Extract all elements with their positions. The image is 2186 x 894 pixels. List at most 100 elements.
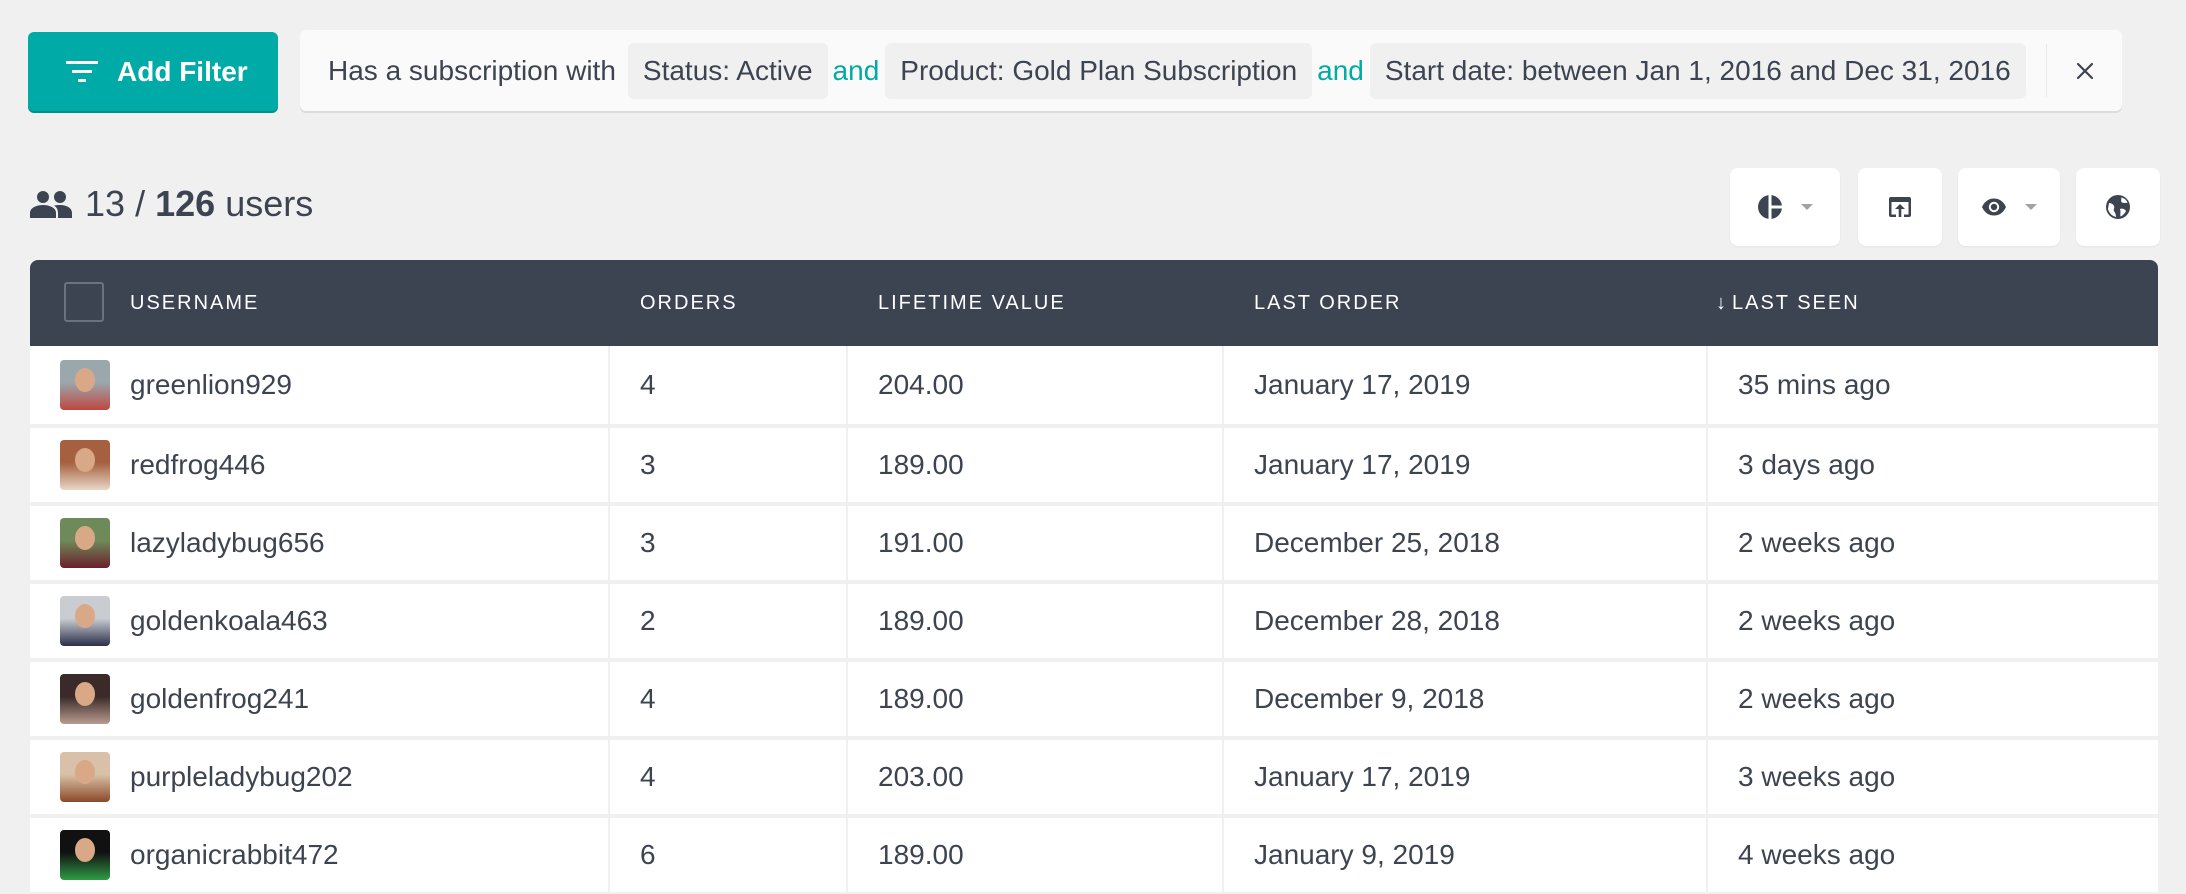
column-divider bbox=[608, 346, 610, 424]
avatar[interactable] bbox=[60, 752, 110, 802]
export-icon bbox=[1889, 197, 1911, 217]
column-divider bbox=[1222, 428, 1224, 502]
last-seen-cell: 2 weeks ago bbox=[1738, 527, 1896, 558]
column-divider bbox=[608, 428, 610, 502]
globe-icon bbox=[2106, 195, 2130, 219]
column-header-lifetime-value[interactable]: LIFETIME VALUE bbox=[878, 260, 1066, 346]
column-header-last-seen[interactable]: ↓ LAST SEEN bbox=[1716, 260, 1860, 346]
column-header-username[interactable]: USERNAME bbox=[130, 260, 259, 346]
chevron-down-icon bbox=[2025, 204, 2037, 210]
clear-filter-button[interactable] bbox=[2046, 44, 2122, 97]
last-order-cell: January 9, 2019 bbox=[1254, 839, 1455, 870]
column-divider bbox=[1222, 584, 1224, 658]
column-divider bbox=[1222, 740, 1224, 814]
table-body: greenlion929 4 204.00 January 17, 2019 3… bbox=[30, 346, 2158, 892]
column-divider bbox=[1706, 346, 1708, 424]
lifetime-value-cell: 189.00 bbox=[878, 605, 964, 636]
lifetime-value-cell: 191.00 bbox=[878, 527, 964, 558]
column-header-label: ORDERS bbox=[640, 291, 738, 314]
column-divider bbox=[1706, 818, 1708, 892]
count-unit: users bbox=[225, 183, 314, 224]
column-divider bbox=[846, 346, 848, 424]
last-order-cell: December 25, 2018 bbox=[1254, 527, 1500, 558]
filter-icon bbox=[66, 60, 98, 82]
filter-chip-status[interactable]: Status: Active bbox=[627, 42, 828, 99]
column-divider bbox=[1222, 818, 1224, 892]
column-header-orders[interactable]: ORDERS bbox=[640, 260, 738, 346]
avatar[interactable] bbox=[60, 674, 110, 724]
username-link[interactable]: lazyladybug656 bbox=[130, 506, 325, 580]
column-header-label: LAST ORDER bbox=[1254, 291, 1402, 314]
last-seen-cell: 35 mins ago bbox=[1738, 369, 1891, 400]
orders-cell: 6 bbox=[640, 839, 656, 870]
avatar[interactable] bbox=[60, 518, 110, 568]
last-seen-cell: 3 days ago bbox=[1738, 449, 1875, 480]
orders-cell: 2 bbox=[640, 605, 656, 636]
add-filter-label: Add Filter bbox=[117, 55, 248, 87]
avatar-face bbox=[75, 838, 95, 862]
add-filter-button[interactable]: Add Filter bbox=[28, 32, 278, 111]
count-total: 126 bbox=[155, 183, 216, 224]
avatar-face bbox=[75, 682, 95, 706]
chart-view-dropdown-button[interactable] bbox=[1730, 168, 1840, 246]
user-count: 13 / 126 users bbox=[30, 182, 313, 226]
username-link[interactable]: redfrog446 bbox=[130, 428, 265, 502]
users-table: USERNAME ORDERS LIFETIME VALUE LAST ORDE… bbox=[30, 260, 2158, 892]
table-header: USERNAME ORDERS LIFETIME VALUE LAST ORDE… bbox=[30, 260, 2158, 346]
table-row[interactable]: greenlion929 4 204.00 January 17, 2019 3… bbox=[30, 346, 2158, 424]
last-seen-cell: 2 weeks ago bbox=[1738, 605, 1896, 636]
pie-chart-icon bbox=[1758, 195, 1782, 219]
filter-conjunction: and bbox=[1317, 54, 1364, 86]
username-link[interactable]: goldenfrog241 bbox=[130, 662, 309, 736]
column-divider bbox=[846, 740, 848, 814]
username-link[interactable]: goldenkoala463 bbox=[130, 584, 328, 658]
table-row[interactable]: lazyladybug656 3 191.00 December 25, 201… bbox=[30, 502, 2158, 580]
chevron-down-icon bbox=[1801, 204, 1813, 210]
avatar-face bbox=[75, 760, 95, 784]
table-row[interactable]: purpleladybug202 4 203.00 January 17, 20… bbox=[30, 736, 2158, 814]
column-divider bbox=[608, 740, 610, 814]
avatar[interactable] bbox=[60, 596, 110, 646]
column-divider bbox=[1222, 506, 1224, 580]
column-divider bbox=[846, 662, 848, 736]
orders-cell: 3 bbox=[640, 527, 656, 558]
public-view-button[interactable] bbox=[2076, 168, 2160, 246]
avatar-face bbox=[75, 448, 95, 472]
visibility-dropdown-button[interactable] bbox=[1958, 168, 2060, 246]
table-row[interactable]: redfrog446 3 189.00 January 17, 2019 3 d… bbox=[30, 424, 2158, 502]
last-seen-cell: 3 weeks ago bbox=[1738, 761, 1896, 792]
lifetime-value-cell: 189.00 bbox=[878, 683, 964, 714]
filter-chip-start-date[interactable]: Start date: between Jan 1, 2016 and Dec … bbox=[1369, 42, 2026, 99]
last-seen-cell: 4 weeks ago bbox=[1738, 839, 1896, 870]
column-divider bbox=[608, 506, 610, 580]
table-row[interactable]: organicrabbit472 6 189.00 January 9, 201… bbox=[30, 814, 2158, 892]
column-divider bbox=[1222, 662, 1224, 736]
column-header-label: USERNAME bbox=[130, 291, 260, 314]
filter-chip-product[interactable]: Product: Gold Plan Subscription bbox=[885, 42, 1313, 99]
column-divider bbox=[608, 662, 610, 736]
orders-cell: 3 bbox=[640, 449, 656, 480]
column-header-last-order[interactable]: LAST ORDER bbox=[1254, 260, 1401, 346]
export-button[interactable] bbox=[1858, 168, 1942, 246]
users-icon bbox=[30, 191, 72, 218]
column-divider bbox=[608, 584, 610, 658]
username-link[interactable]: greenlion929 bbox=[130, 346, 292, 424]
username-link[interactable]: purpleladybug202 bbox=[130, 740, 353, 814]
username-link[interactable]: organicrabbit472 bbox=[130, 818, 339, 892]
lifetime-value-cell: 204.00 bbox=[878, 369, 964, 400]
table-row[interactable]: goldenfrog241 4 189.00 December 9, 2018 … bbox=[30, 658, 2158, 736]
avatar-face bbox=[75, 368, 95, 392]
filter-chip-label: Start date: between Jan 1, 2016 and Dec … bbox=[1384, 54, 2011, 86]
table-row[interactable]: goldenkoala463 2 189.00 December 28, 201… bbox=[30, 580, 2158, 658]
avatar[interactable] bbox=[60, 360, 110, 410]
filter-chip-label: Status: Active bbox=[642, 54, 813, 86]
lifetime-value-cell: 189.00 bbox=[878, 449, 964, 480]
filter-lead-text: Has a subscription with bbox=[328, 54, 616, 86]
last-order-cell: January 17, 2019 bbox=[1254, 449, 1471, 480]
avatar[interactable] bbox=[60, 830, 110, 880]
close-icon bbox=[2076, 62, 2093, 79]
avatar[interactable] bbox=[60, 440, 110, 490]
select-all-checkbox[interactable] bbox=[64, 282, 104, 322]
last-order-cell: January 17, 2019 bbox=[1254, 761, 1471, 792]
column-divider bbox=[1706, 740, 1708, 814]
